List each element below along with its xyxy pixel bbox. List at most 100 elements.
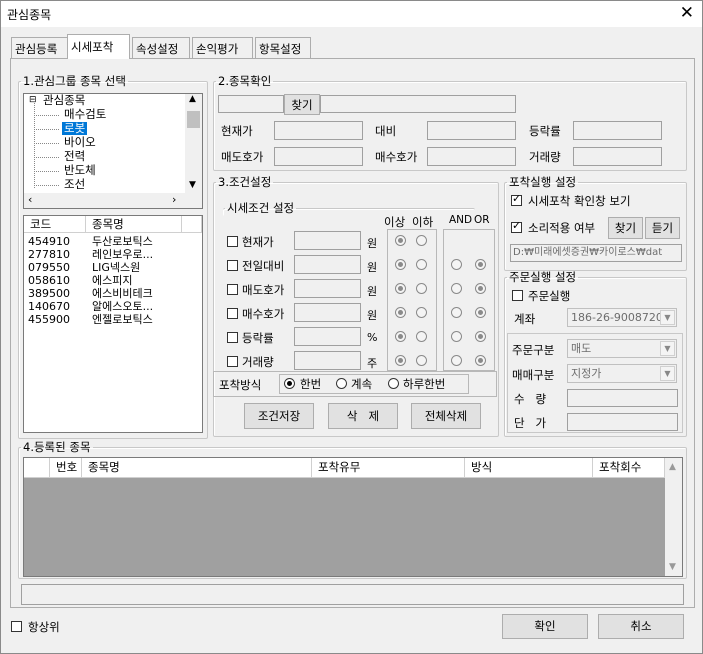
ok-button[interactable]: 확인	[502, 614, 588, 639]
delete-button[interactable]: 삭 제	[328, 403, 398, 429]
condition-checkbox[interactable]	[227, 356, 238, 367]
sound-checkbox[interactable]	[511, 219, 522, 233]
tree-root[interactable]: 관심종목	[43, 94, 85, 107]
tree-item[interactable]: 매수검토	[64, 108, 106, 121]
condition-value-field[interactable]	[294, 279, 361, 298]
scroll-down-icon[interactable]: ▼	[189, 180, 196, 190]
col-caught[interactable]: 포착유무	[312, 458, 465, 478]
or-radio[interactable]	[475, 331, 486, 342]
stock-row-name[interactable]: 에스비비테크	[92, 287, 153, 300]
registered-grid[interactable]: 번호 종목명 포착유무 방식 포착회수 ▲ ▼	[23, 457, 683, 577]
and-radio[interactable]	[451, 307, 462, 318]
stock-row-name[interactable]: 두산로보틱스	[92, 235, 153, 248]
tab-watch-register[interactable]: 관심등록	[11, 37, 69, 58]
condition-value-field[interactable]	[294, 231, 361, 250]
grid-vscrollbar[interactable]: ▲ ▼	[665, 458, 682, 576]
trade-type-select[interactable]: 지정가 ▼	[567, 364, 677, 383]
tree-collapse-icon[interactable]: ⊟	[29, 95, 37, 105]
stock-row-name[interactable]: LIG넥스원	[92, 261, 140, 274]
col-no[interactable]: 번호	[50, 458, 82, 478]
tab-price-catch[interactable]: 시세포착	[67, 34, 130, 59]
col-name[interactable]: 종목명	[86, 216, 182, 233]
below-radio[interactable]	[416, 355, 427, 366]
condition-value-field[interactable]	[294, 351, 361, 370]
col-catch-count[interactable]: 포착회수	[593, 458, 665, 478]
order-type-select[interactable]: 매도 ▼	[567, 339, 677, 358]
or-radio[interactable]	[475, 283, 486, 294]
scroll-up-icon[interactable]: ▲	[189, 94, 196, 104]
above-radio[interactable]	[395, 355, 406, 366]
group-tree[interactable]: ⊟ 관심종목 매수검토 로봇 바이오 전력 반도체 조선 ▲ ▼ ‹ ›	[23, 93, 203, 209]
tree-item[interactable]: 바이오	[64, 136, 96, 149]
col-stock-name[interactable]: 종목명	[82, 458, 312, 478]
find-sound-button[interactable]: 찾기	[608, 217, 643, 239]
tree-hscrollbar[interactable]: ‹ ›	[24, 193, 202, 208]
stock-row-name[interactable]: 엔젤로보틱스	[92, 313, 153, 326]
condition-checkbox[interactable]	[227, 332, 238, 343]
close-button[interactable]: ✕	[680, 3, 694, 23]
above-radio[interactable]	[395, 283, 406, 294]
mode-once-radio[interactable]	[284, 378, 295, 389]
stock-row-code[interactable]: 389500	[28, 287, 70, 300]
stock-code-field[interactable]	[218, 95, 284, 113]
tab-pnl[interactable]: 손익평가	[192, 37, 253, 58]
scroll-down-icon[interactable]: ▼	[669, 562, 676, 572]
or-radio[interactable]	[475, 355, 486, 366]
scroll-up-icon[interactable]: ▲	[669, 462, 676, 472]
stock-row-code[interactable]: 277810	[28, 248, 70, 261]
below-radio[interactable]	[416, 259, 427, 270]
and-radio[interactable]	[451, 259, 462, 270]
stock-list[interactable]: 코드 종목명 454910 두산로보틱스 277810 레인보우로... 079550 L…	[23, 215, 203, 433]
below-radio[interactable]	[416, 307, 427, 318]
order-exec-checkbox[interactable]	[512, 290, 523, 301]
stock-row-name[interactable]: 알에스오토...	[92, 300, 153, 313]
mode-daily-radio[interactable]	[388, 378, 399, 389]
scroll-right-icon[interactable]: ›	[172, 193, 176, 206]
cancel-button[interactable]: 취소	[598, 614, 684, 639]
stock-row-code[interactable]: 079550	[28, 261, 70, 274]
above-radio[interactable]	[395, 259, 406, 270]
scroll-left-icon[interactable]: ‹	[28, 193, 32, 206]
stock-row-code[interactable]: 454910	[28, 235, 70, 248]
tree-vscrollbar[interactable]: ▲ ▼	[185, 94, 202, 193]
col-mode[interactable]: 방식	[465, 458, 593, 478]
condition-value-field[interactable]	[294, 303, 361, 322]
tree-item-selected[interactable]: 로봇	[62, 122, 88, 135]
or-radio[interactable]	[475, 259, 486, 270]
condition-value-field[interactable]	[294, 255, 361, 274]
below-radio[interactable]	[416, 235, 427, 246]
confirm-window-checkbox[interactable]	[511, 192, 522, 206]
condition-checkbox[interactable]	[227, 236, 238, 247]
stock-row-code[interactable]: 058610	[28, 274, 70, 287]
above-radio[interactable]	[395, 307, 406, 318]
col-code[interactable]: 코드	[24, 216, 86, 233]
and-radio[interactable]	[451, 283, 462, 294]
delete-all-button[interactable]: 전체삭제	[411, 403, 481, 429]
listen-button[interactable]: 듣기	[645, 217, 680, 239]
below-radio[interactable]	[416, 283, 427, 294]
above-radio[interactable]	[395, 331, 406, 342]
tree-item[interactable]: 조선	[64, 178, 85, 191]
stock-row-name[interactable]: 레인보우로...	[92, 248, 153, 261]
stock-row-code[interactable]: 140670	[28, 300, 70, 313]
above-radio[interactable]	[395, 235, 406, 246]
tab-columns[interactable]: 항목설정	[255, 37, 311, 58]
below-radio[interactable]	[416, 331, 427, 342]
scroll-thumb[interactable]	[187, 111, 200, 128]
or-radio[interactable]	[475, 307, 486, 318]
find-stock-button[interactable]: 찾기	[284, 94, 320, 115]
condition-value-field[interactable]	[294, 327, 361, 346]
stock-row-code[interactable]: 455900	[28, 313, 70, 326]
tree-item[interactable]: 전력	[64, 150, 85, 163]
save-condition-button[interactable]: 조건저장	[244, 403, 314, 429]
account-select[interactable]: 186-26-9008720 ▼	[567, 308, 677, 327]
tree-item[interactable]: 반도체	[64, 164, 96, 177]
topmost-checkbox[interactable]	[11, 621, 22, 632]
condition-checkbox[interactable]	[227, 260, 238, 271]
stock-row-name[interactable]: 에스피지	[92, 274, 132, 287]
condition-checkbox[interactable]	[227, 284, 238, 295]
tab-attributes[interactable]: 속성설정	[132, 37, 190, 58]
condition-checkbox[interactable]	[227, 308, 238, 319]
and-radio[interactable]	[451, 355, 462, 366]
mode-continuous-radio[interactable]	[336, 378, 347, 389]
